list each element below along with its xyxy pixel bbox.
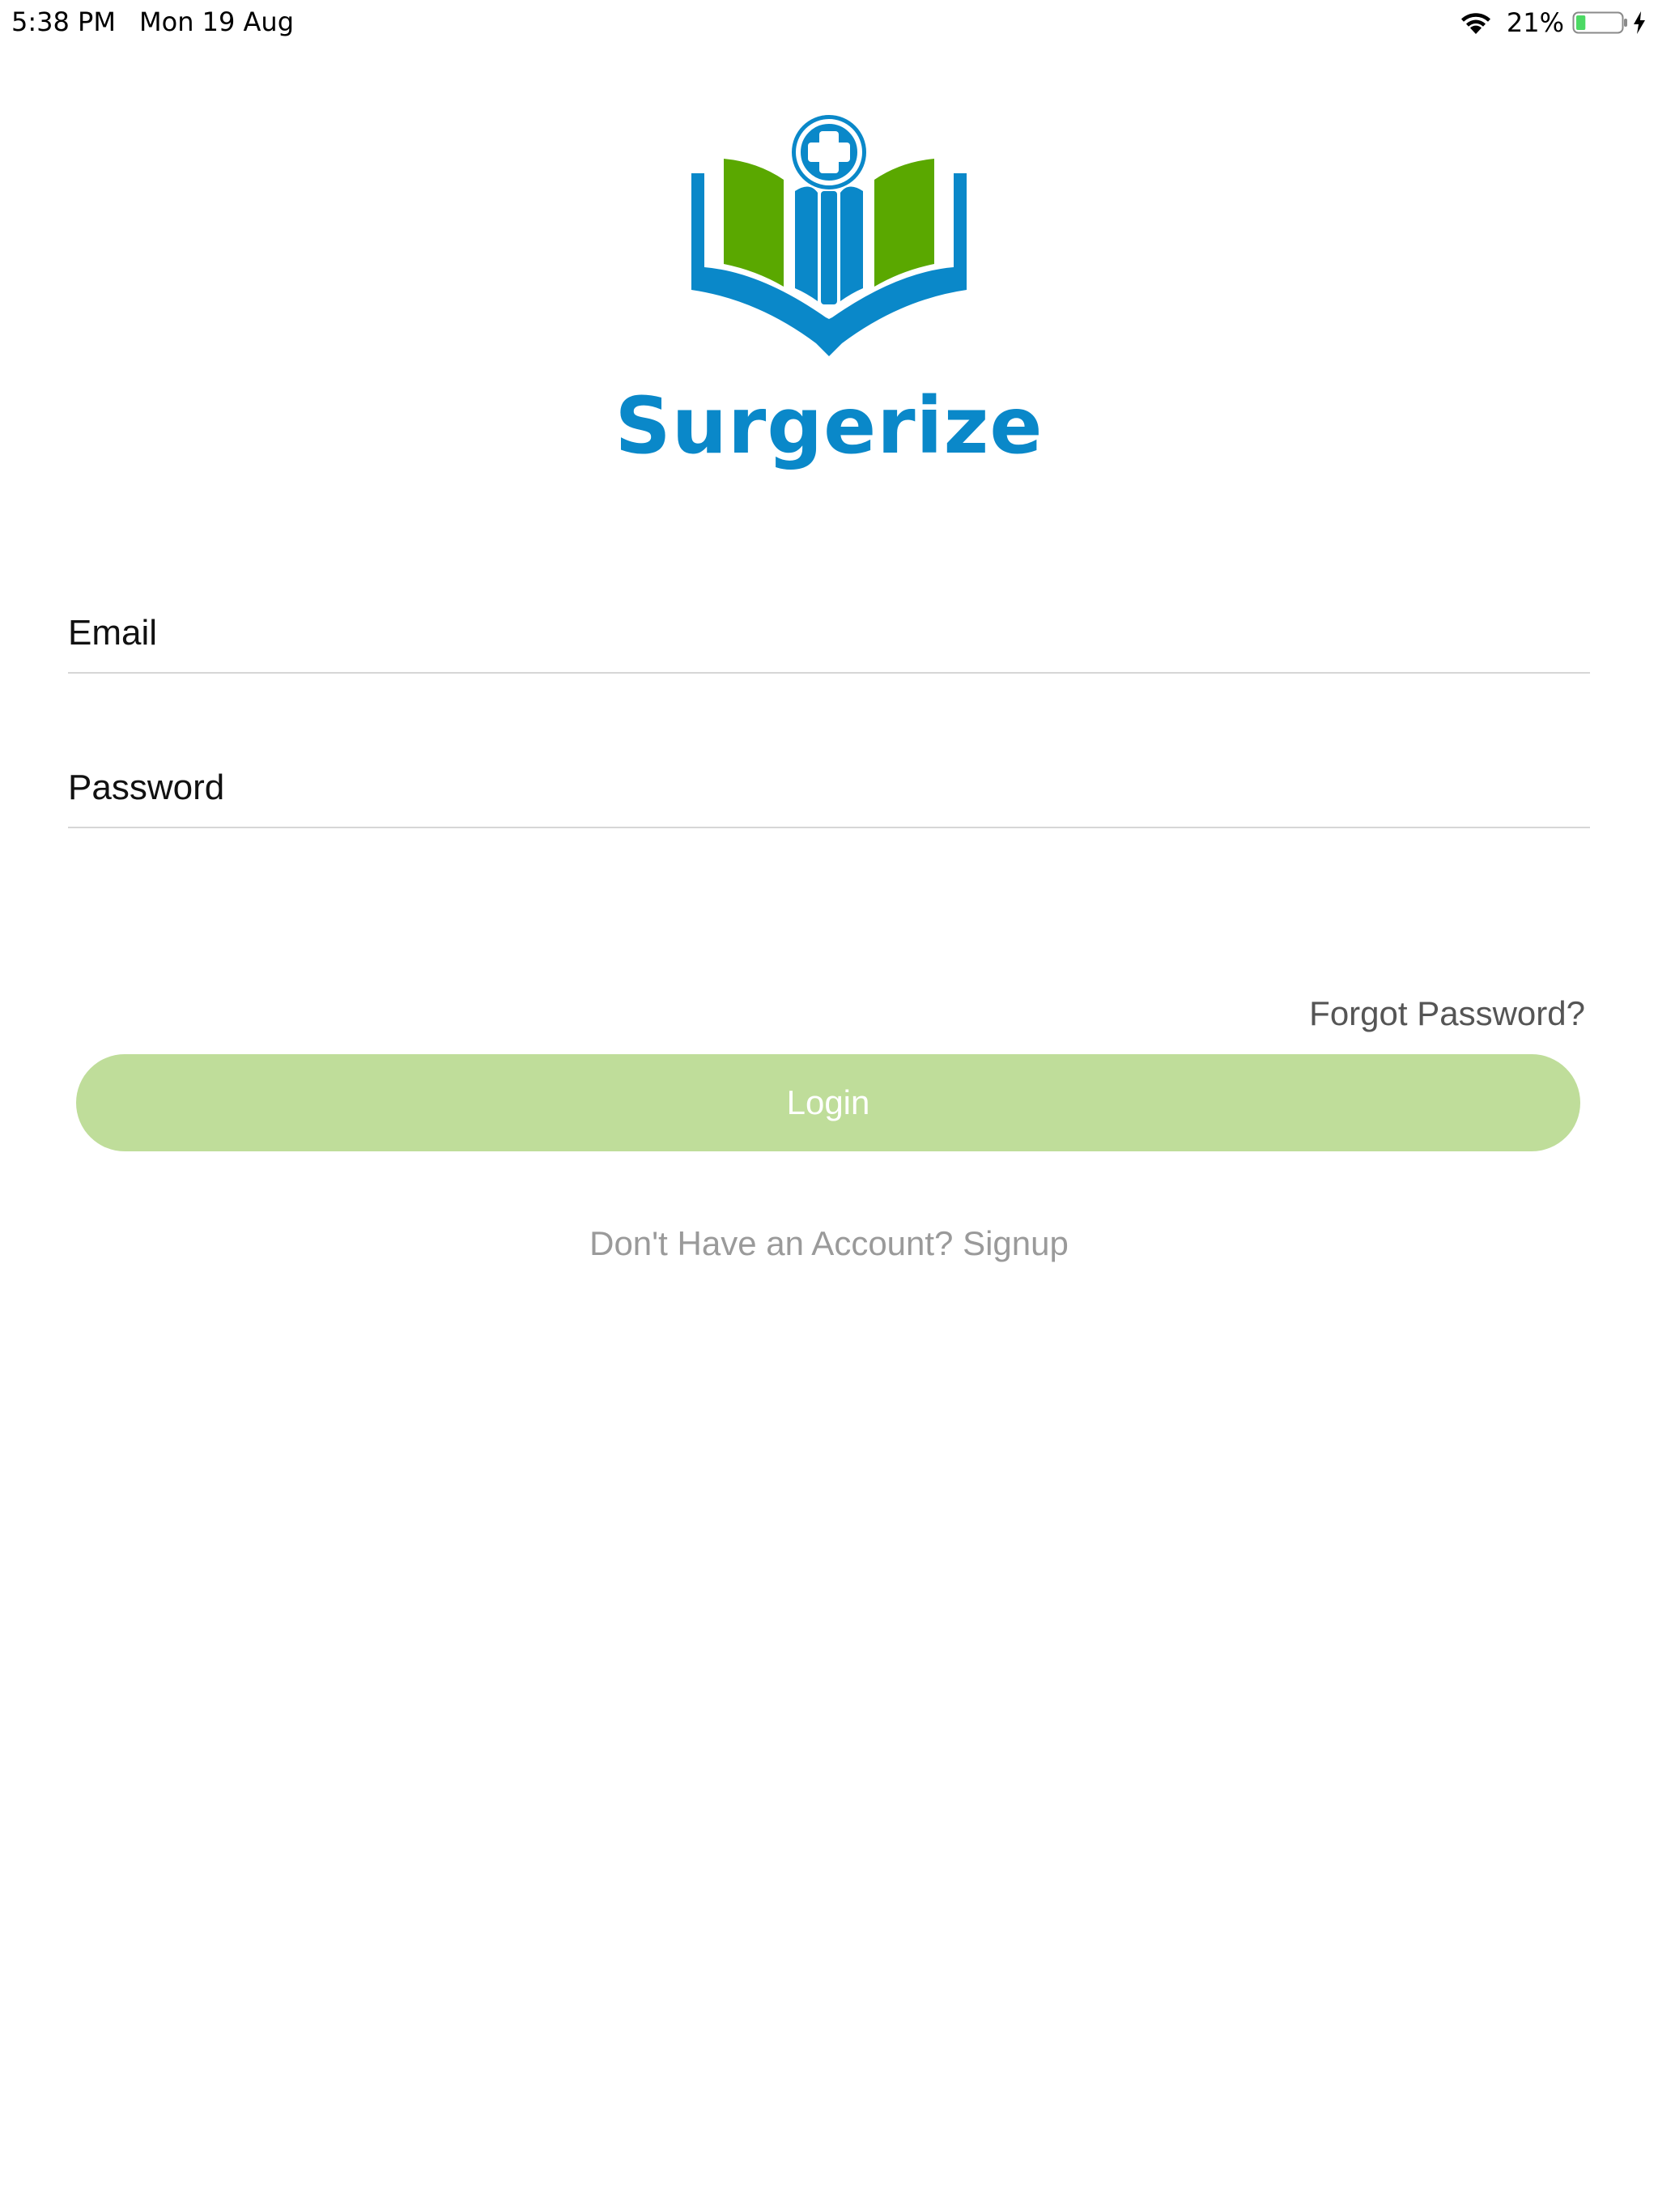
battery-percent: 21%	[1506, 7, 1564, 38]
password-field[interactable]	[68, 762, 1590, 814]
charging-icon	[1634, 11, 1645, 34]
logo-left-page	[724, 159, 784, 287]
password-field-container	[68, 749, 1590, 828]
battery-icon	[1572, 11, 1627, 34]
logo-spine-right	[840, 186, 863, 301]
logo-right-page	[874, 159, 934, 287]
login-button[interactable]: Login	[76, 1054, 1580, 1151]
brand-name: Surgerize	[614, 381, 1044, 471]
email-field-container	[68, 594, 1590, 674]
status-date: Mon 19 Aug	[139, 6, 295, 37]
status-right-group: 21%	[1460, 6, 1647, 39]
status-time: 5:38 PM	[11, 6, 116, 37]
status-bar: 5:38 PM Mon 19 Aug 21%	[0, 0, 1658, 45]
wifi-icon	[1460, 13, 1490, 34]
signup-link[interactable]: Don't Have an Account? Signup	[0, 1224, 1658, 1263]
logo-spine	[795, 186, 818, 301]
login-screen: 5:38 PM Mon 19 Aug 21% Surgerize Email F…	[0, 0, 1658, 2212]
email-field[interactable]	[68, 607, 1590, 659]
forgot-password-link[interactable]: Forgot Password?	[1309, 994, 1585, 1033]
open-book-medical-cross-icon	[691, 115, 967, 356]
logo-spine-center	[821, 191, 837, 304]
